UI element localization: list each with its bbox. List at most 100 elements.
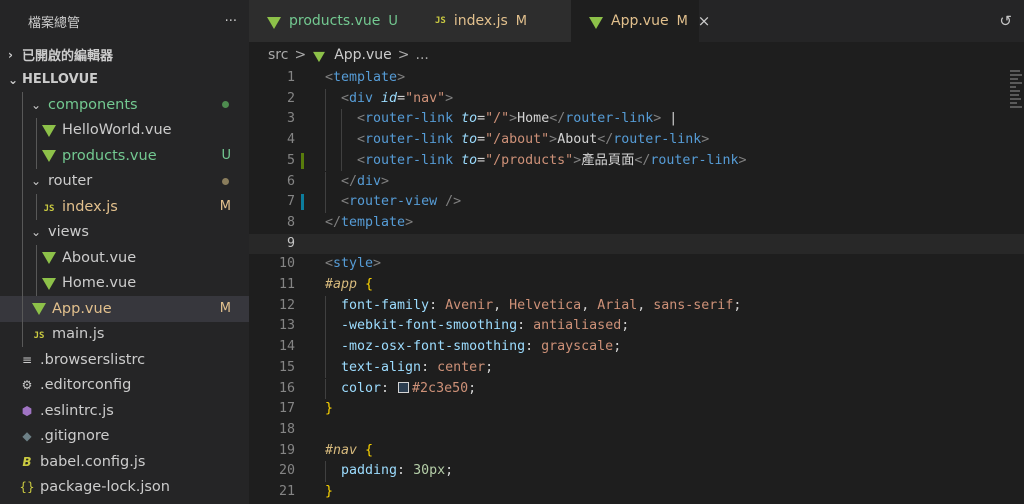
code-editor[interactable]: 1 <template> 2 <div id="nav"> 3 <router-link …: [249, 68, 1024, 504]
vue-file-icon: [589, 17, 603, 29]
babel-icon: B: [22, 454, 32, 469]
tree-item-about-vue[interactable]: About.vue: [0, 245, 249, 271]
tree-item-views[interactable]: ⌄ views: [0, 219, 249, 245]
code-line[interactable]: 4 <router-link to="/about">About</router-…: [249, 130, 1024, 151]
color-swatch[interactable]: [398, 381, 410, 393]
tree-item-eslintrc-js[interactable]: ⬢ .eslintrc.js: [0, 398, 249, 424]
close-icon[interactable]: ×: [698, 12, 711, 30]
tree-item-label: .editorconfig: [40, 377, 132, 394]
code-line[interactable]: 11 #app {: [249, 275, 1024, 296]
code-text: <router-link to="/about">About</router-l…: [357, 130, 709, 151]
line-number: 7: [286, 194, 295, 210]
file-icon-wrap: [40, 148, 58, 163]
code-text: }: [325, 399, 333, 420]
tree-item-label: Home.vue: [62, 275, 137, 292]
line-number: 5: [286, 152, 295, 168]
project-section[interactable]: ⌄ HELLOVUE: [0, 67, 249, 92]
tab-products-vue[interactable]: products.vue U: [249, 0, 417, 42]
indent-guide: [325, 378, 326, 400]
tree-item-label: .eslintrc.js: [40, 402, 114, 419]
code-text: #app {: [325, 275, 373, 296]
code-token: router-link: [565, 111, 654, 127]
code-line[interactable]: 12 font-family: Avenir, Helvetica, Arial,…: [249, 295, 1024, 317]
code-token: ;: [613, 339, 622, 355]
code-line[interactable]: 5 <router-link to="/products">產品頁面</route…: [249, 150, 1024, 172]
code-token: ,: [581, 297, 598, 313]
code-line[interactable]: 13 -webkit-font-smoothing: antialiased;: [249, 316, 1024, 338]
code-line[interactable]: 18: [249, 420, 1024, 441]
code-line[interactable]: 15 text-align: center;: [249, 357, 1024, 379]
code-text: }: [325, 482, 333, 503]
more-actions-icon[interactable]: ···: [225, 14, 237, 29]
tree-item-app-vue[interactable]: App.vue M: [0, 296, 249, 322]
tab-app-vue[interactable]: App.vue M ×: [571, 0, 710, 42]
source-control-compare-icon[interactable]: ↺: [999, 12, 1012, 30]
tree-item-editorconfig[interactable]: ⚙ .editorconfig: [0, 373, 249, 399]
tree-item-babel-config-js[interactable]: Bbabel.config.js: [0, 449, 249, 475]
code-line[interactable]: 19 #nav {: [249, 441, 1024, 462]
vue-file-icon: [42, 150, 56, 163]
code-text: </div>: [341, 172, 389, 193]
code-token: "/products": [485, 152, 574, 168]
code-line[interactable]: 20 padding: 30px;: [249, 461, 1024, 482]
open-editors-section[interactable]: › 已開啟的編輯器: [0, 42, 249, 67]
code-token: {: [365, 442, 374, 458]
eslint-icon: ⬢: [21, 403, 33, 418]
code-text: text-align: center;: [341, 358, 493, 379]
code-token: :: [429, 297, 446, 313]
tree-item-gitignore[interactable]: ◆ .gitignore: [0, 424, 249, 450]
tab-index-js[interactable]: JS index.js M: [417, 0, 571, 42]
code-line[interactable]: 16 color: #2c3e50;: [249, 378, 1024, 400]
code-token: style: [333, 256, 374, 272]
breadcrumb-folder[interactable]: src: [268, 47, 288, 63]
code-line[interactable]: 8 </template>: [249, 213, 1024, 234]
code-token: ;: [621, 318, 630, 334]
code-line[interactable]: 6 </div>: [249, 171, 1024, 193]
code-token: </: [341, 173, 358, 189]
code-line[interactable]: 3 <router-link to="/">Home</router-link> …: [249, 109, 1024, 131]
js-file-icon: JS: [43, 203, 55, 214]
code-token: <: [325, 70, 334, 85]
minimap[interactable]: [1010, 68, 1024, 138]
indent-guide: [325, 461, 326, 482]
code-token: </: [325, 214, 342, 230]
indent-guide: [36, 245, 37, 271]
code-line[interactable]: 21}: [249, 482, 1024, 503]
tree-item-components[interactable]: ⌄ components: [0, 92, 249, 118]
code-line[interactable]: 10 <style>: [249, 254, 1024, 275]
code-token: :: [397, 463, 414, 479]
code-token: About: [557, 132, 598, 148]
tree-item-home-vue[interactable]: Home.vue: [0, 270, 249, 296]
file-icon-wrap: [40, 250, 58, 265]
tree-item-main-js[interactable]: JS main.js: [0, 321, 249, 347]
tree-item-router[interactable]: ⌄ router: [0, 168, 249, 194]
tree-item-browserslistrc[interactable]: ≡ .browserslistrc: [0, 347, 249, 373]
tree-item-index-js[interactable]: JS index.js M: [0, 194, 249, 220]
tree-item-package-lock-json[interactable]: {} package-lock.json: [0, 475, 249, 501]
breadcrumb-file[interactable]: App.vue: [334, 47, 392, 63]
tab-label: index.js: [453, 13, 508, 29]
indent-guide: [325, 130, 326, 151]
breadcrumb-tail[interactable]: ...: [416, 47, 429, 63]
code-token: <: [325, 256, 334, 272]
tree-item-helloworld-vue[interactable]: HelloWorld.vue: [0, 117, 249, 143]
code-token: template: [341, 214, 406, 230]
file-icon-wrap: ⬢: [18, 404, 36, 418]
breadcrumb-separator: >: [294, 47, 307, 63]
gear-icon: ⚙: [21, 378, 33, 393]
code-line[interactable]: 14 -moz-osx-font-smoothing: grayscale;: [249, 337, 1024, 358]
code-line[interactable]: 7 <router-view />: [249, 192, 1024, 213]
code-token: >: [397, 70, 406, 85]
vue-file-icon: [42, 252, 56, 265]
code-token: |: [661, 111, 678, 127]
code-token: "nav": [405, 90, 446, 106]
code-line[interactable]: 1 <template>: [249, 68, 1024, 89]
tree-item-products-vue[interactable]: products.vue U: [0, 143, 249, 169]
code-line[interactable]: 17}: [249, 399, 1024, 420]
line-number: 16: [278, 380, 295, 396]
git-status-badge: M: [219, 301, 231, 317]
code-token: 30px: [413, 463, 446, 479]
code-line[interactable]: 9: [249, 233, 1024, 255]
code-token: :: [525, 339, 542, 355]
code-line[interactable]: 2 <div id="nav">: [249, 88, 1024, 110]
